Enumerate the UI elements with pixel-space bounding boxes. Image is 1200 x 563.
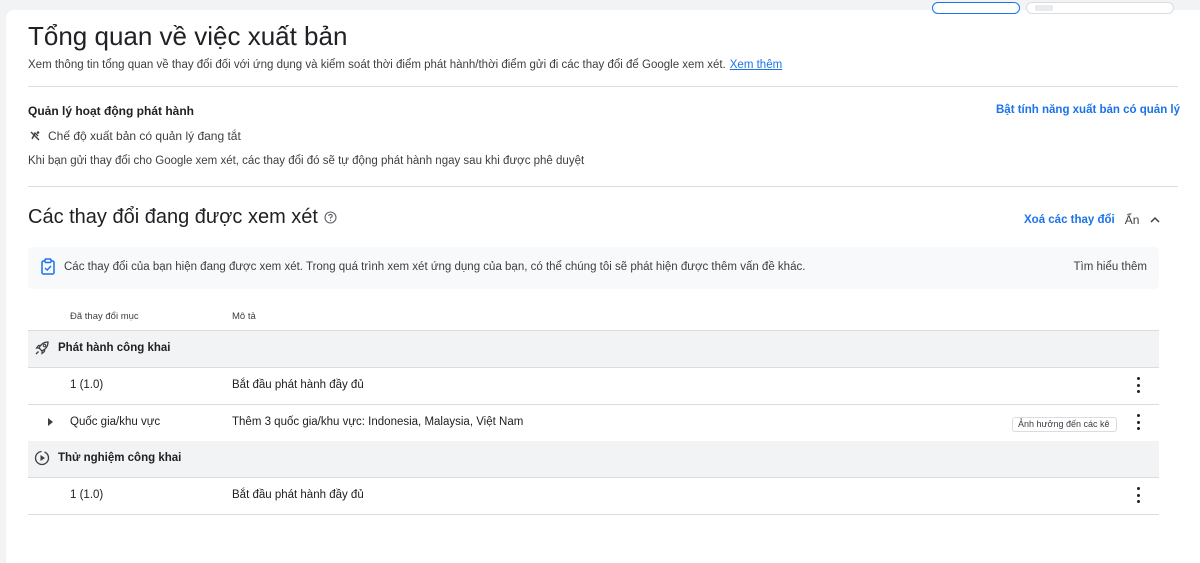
page-subtitle: Xem thông tin tổng quan về thay đổi đối … xyxy=(28,59,782,71)
impact-badge: Ảnh hưởng đến các kê xyxy=(1012,417,1117,432)
publishing-overview-card: Tổng quan về việc xuất bản Xem thông tin… xyxy=(6,2,1200,563)
notice-learn-more-link[interactable]: Tìm hiểu thêm xyxy=(1074,261,1148,273)
group-row-public-release: Phát hành công khai xyxy=(28,331,1159,368)
publish-off-icon xyxy=(30,131,40,141)
group-row-open-testing: Thử nghiệm công khai xyxy=(28,441,1159,478)
rocket-icon xyxy=(35,341,49,355)
row-item: Quốc gia/khu vực xyxy=(70,416,161,428)
column-header-item: Đã thay đổi mục xyxy=(70,311,139,322)
page-subtitle-text: Xem thông tin tổng quan về thay đổi đối … xyxy=(28,59,726,71)
group-label: Phát hành công khai xyxy=(58,342,171,354)
managed-status: Chế độ xuất bản có quản lý đang tắt xyxy=(28,129,241,143)
row-item: 1 (1.0) xyxy=(70,489,104,501)
more-vert-icon[interactable] xyxy=(1135,377,1141,393)
review-title-text: Các thay đổi đang được xem xét xyxy=(28,206,318,228)
review-notice: Các thay đổi của bạn hiện đang được xem … xyxy=(28,247,1159,289)
more-vert-icon[interactable] xyxy=(1135,414,1141,430)
more-vert-icon[interactable] xyxy=(1135,487,1141,503)
help-circle-icon[interactable] xyxy=(324,211,337,224)
chevron-up-icon[interactable] xyxy=(1149,215,1161,225)
enable-managed-publishing-link[interactable]: Bật tính năng xuất bản có quản lý xyxy=(996,104,1180,116)
remove-changes-link[interactable]: Xoá các thay đổi xyxy=(1024,214,1115,226)
group-label: Thử nghiệm công khai xyxy=(58,452,182,464)
top-secondary-button[interactable] xyxy=(1026,2,1174,14)
managed-publishing-label: Quản lý hoạt động phát hành xyxy=(28,104,194,118)
divider xyxy=(28,186,1178,187)
hide-toggle[interactable]: Ẩn xyxy=(1125,213,1140,227)
page-title: Tổng quan về việc xuất bản xyxy=(28,21,348,51)
review-clipboard-icon xyxy=(41,258,55,275)
column-header-description: Mô tả xyxy=(232,311,256,322)
review-notice-text: Các thay đổi của bạn hiện đang được xem … xyxy=(64,261,806,273)
managed-status-text: Chế độ xuất bản có quản lý đang tắt xyxy=(48,129,241,143)
review-actions: Xoá các thay đổi Ẩn xyxy=(1024,213,1161,227)
row-description: Bắt đầu phát hành đầy đủ xyxy=(232,379,364,391)
row-description: Bắt đầu phát hành đầy đủ xyxy=(232,489,364,501)
row-description: Thêm 3 quốc gia/khu vực: Indonesia, Mala… xyxy=(232,416,524,428)
top-action-button[interactable] xyxy=(932,2,1020,14)
expand-arrow-icon[interactable] xyxy=(48,418,53,426)
review-section-title: Các thay đổi đang được xem xét xyxy=(28,206,337,229)
managed-info-text: Khi bạn gửi thay đổi cho Google xem xét,… xyxy=(28,155,585,167)
table-row: 1 (1.0) Bắt đầu phát hành đầy đủ xyxy=(28,368,1159,405)
table-row: 1 (1.0) Bắt đầu phát hành đầy đủ xyxy=(28,478,1159,515)
row-item: 1 (1.0) xyxy=(70,379,104,391)
learn-more-link[interactable]: Xem thêm xyxy=(730,59,782,71)
play-circle-icon xyxy=(34,450,50,466)
table-row: Quốc gia/khu vực Thêm 3 quốc gia/khu vực… xyxy=(28,405,1159,442)
divider xyxy=(28,86,1178,87)
